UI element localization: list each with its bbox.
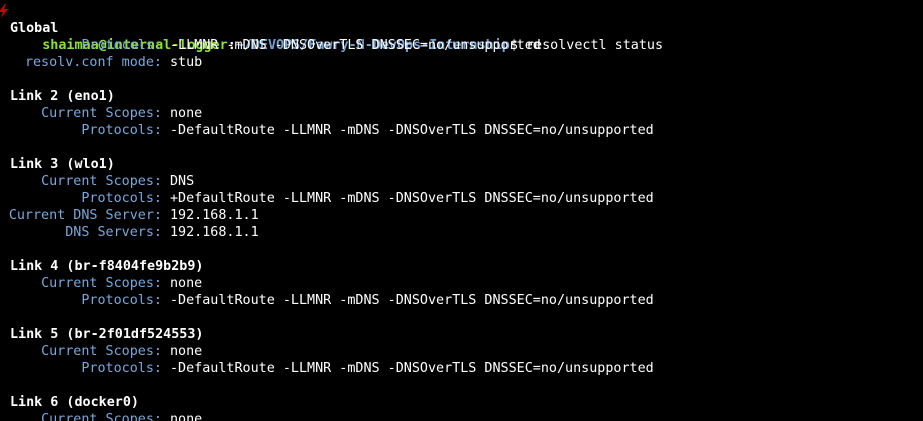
link2-scopes-row: Current Scopes: none: [0, 105, 923, 122]
global-resolv-value: stub: [170, 55, 203, 70]
section-title-link3: Link 3 (wlo1): [10, 157, 115, 172]
link5-protocols-key: Protocols:: [81, 361, 162, 376]
link5-scopes-row: Current Scopes: none: [0, 343, 923, 360]
prompt-line: shaimaa@internal-logger:~/DEVOPS/Fawry-N…: [0, 3, 923, 53]
terminal-window[interactable]: shaimaa@internal-logger:~/DEVOPS/Fawry-N…: [0, 0, 923, 421]
section-title-link6: Link 6 (docker0): [10, 395, 139, 410]
link2-protocols-row: Protocols: -DefaultRoute -LLMNR -mDNS -DN…: [0, 122, 923, 139]
link3-dns-server-key: Current DNS Server:: [8, 208, 162, 223]
link5-protocols-value: -DefaultRoute -LLMNR -mDNS -DNSOverTLS D…: [170, 361, 654, 376]
link2-protocols-value: -DefaultRoute -LLMNR -mDNS -DNSOverTLS D…: [170, 123, 654, 138]
link3-scopes-row: Current Scopes: DNS: [0, 173, 923, 190]
link2-protocols-key: Protocols:: [81, 123, 162, 138]
global-protocols-value: -LLMNR -mDNS -DNSOverTLS DNSSEC=no/unsup…: [170, 38, 541, 53]
link4-scopes-row: Current Scopes: none: [0, 275, 923, 292]
link3-dns-server-row: Current DNS Server: 192.168.1.1: [0, 207, 923, 224]
link4-protocols-key: Protocols:: [81, 293, 162, 308]
lightning-bolt-icon: [0, 4, 8, 18]
link5-scopes-value: none: [170, 344, 203, 359]
link3-protocols-key: Protocols:: [81, 191, 162, 206]
link4-protocols-row: Protocols: -DefaultRoute -LLMNR -mDNS -DN…: [0, 292, 923, 309]
link6-scopes-key: Current Scopes:: [41, 412, 162, 421]
link4-protocols-value: -DefaultRoute -LLMNR -mDNS -DNSOverTLS D…: [170, 293, 654, 308]
link6-scopes-value: none: [170, 412, 203, 421]
link4-scopes-key: Current Scopes:: [41, 276, 162, 291]
global-resolv-row: resolv.conf mode: stub: [0, 54, 923, 71]
link3-protocols-row: Protocols: +DefaultRoute -LLMNR -mDNS -DN…: [0, 190, 923, 207]
global-resolv-key: resolv.conf mode:: [24, 55, 162, 70]
link3-protocols-value: +DefaultRoute -LLMNR -mDNS -DNSOverTLS D…: [170, 191, 654, 206]
link3-dns-server-value: 192.168.1.1: [170, 208, 259, 223]
global-protocols-row: Protocols: -LLMNR -mDNS -DNSOverTLS DNSSE…: [0, 37, 923, 54]
link5-protocols-row: Protocols: -DefaultRoute -LLMNR -mDNS -DN…: [0, 360, 923, 377]
link6-scopes-row: Current Scopes: none: [0, 411, 923, 421]
link3-dns-servers-row: DNS Servers: 192.168.1.1: [0, 224, 923, 241]
link3-dns-servers-value: 192.168.1.1: [170, 225, 259, 240]
link4-scopes-value: none: [170, 276, 203, 291]
section-title-link5: Link 5 (br-2f01df524553): [10, 327, 204, 342]
link2-scopes-value: none: [170, 106, 203, 121]
link2-scopes-key: Current Scopes:: [41, 106, 162, 121]
global-protocols-key: Protocols:: [81, 38, 162, 53]
link3-scopes-key: Current Scopes:: [41, 174, 162, 189]
section-title-global: Global: [10, 21, 59, 36]
link3-scopes-value: DNS: [170, 174, 195, 189]
link5-scopes-key: Current Scopes:: [41, 344, 162, 359]
section-title-link2: Link 2 (eno1): [10, 89, 115, 104]
link3-dns-servers-key: DNS Servers:: [65, 225, 162, 240]
section-title-link4: Link 4 (br-f8404fe9b2b9): [10, 259, 204, 274]
